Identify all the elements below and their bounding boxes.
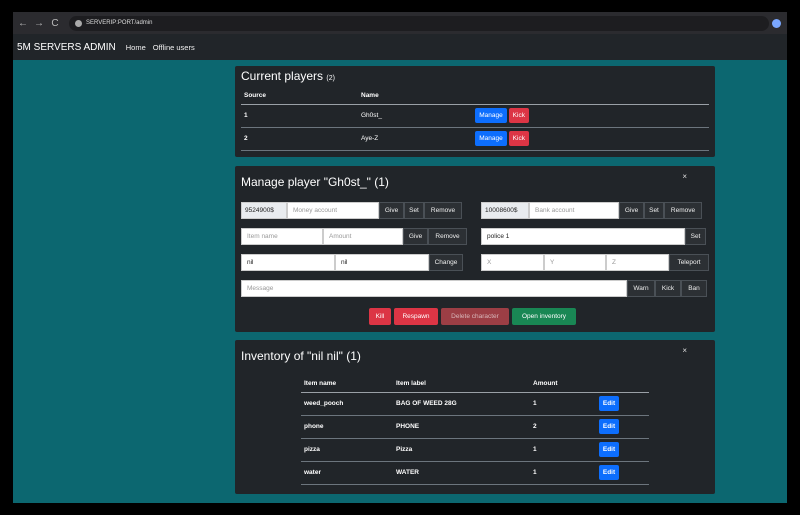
url-text: SERVERIP:PORT/admin: [86, 20, 153, 26]
forward-icon[interactable]: →: [31, 18, 47, 29]
col-source: Source: [244, 91, 267, 99]
teleport-z-input[interactable]: Z: [606, 254, 669, 271]
item-group: Item name Amount Give Remove: [241, 228, 467, 245]
message-group: Message Warn Kick Ban: [241, 280, 707, 297]
item-give-button[interactable]: Give: [403, 228, 428, 245]
item-label: PHONE: [396, 423, 420, 430]
col-item-label: Item label: [396, 379, 426, 387]
app-navbar: 5M SERVERS ADMIN Home Offline users: [13, 34, 787, 60]
item-name: pizza: [304, 446, 320, 453]
teleport-button[interactable]: Teleport: [669, 254, 709, 271]
kick-button[interactable]: Kick: [508, 131, 529, 146]
item-amount: 2: [533, 423, 537, 430]
table-row: 2 Aye-Z Manage Kick: [241, 127, 709, 150]
browser-toolbar: ← → C SERVERIP:PORT/admin: [13, 12, 787, 34]
bank-give-button[interactable]: Give: [619, 202, 644, 219]
manage-title: Manage player "Gh0st_" (1): [241, 175, 389, 189]
item-name: water: [304, 469, 321, 476]
bank-remove-button[interactable]: Remove: [664, 202, 702, 219]
job-input[interactable]: police 1: [481, 228, 685, 245]
action-buttons: Kill Respawn Delete character Open inven…: [369, 308, 576, 325]
item-label: Pizza: [396, 446, 413, 453]
money-input[interactable]: Money account: [287, 202, 379, 219]
nav-home-link[interactable]: Home: [126, 43, 146, 52]
money-value: 9524900$: [241, 202, 287, 219]
nav-offline-users-link[interactable]: Offline users: [153, 43, 195, 52]
ban-button[interactable]: Ban: [681, 280, 707, 297]
players-title-text: Current players: [241, 69, 324, 83]
edit-button[interactable]: Edit: [599, 465, 619, 480]
respawn-button[interactable]: Respawn: [394, 308, 438, 325]
open-inventory-button[interactable]: Open inventory: [512, 308, 576, 325]
players-count: (2): [326, 75, 335, 82]
teleport-y-input[interactable]: Y: [544, 254, 606, 271]
teleport-group: X Y Z Teleport: [481, 254, 709, 271]
close-icon[interactable]: ×: [682, 172, 687, 181]
message-input[interactable]: Message: [241, 280, 627, 297]
item-label: BAG OF WEED 28G: [396, 400, 457, 407]
players-table: Source Name 1 Gh0st_ Manage Kick 2 Aye-Z…: [241, 87, 709, 151]
first-name-input[interactable]: nil: [241, 254, 335, 271]
item-label: WATER: [396, 469, 419, 476]
bank-group: 10008600$ Bank account Give Set Remove: [481, 202, 702, 219]
brand-title[interactable]: 5M SERVERS ADMIN: [17, 42, 116, 53]
item-remove-button[interactable]: Remove: [428, 228, 467, 245]
message-kick-button[interactable]: Kick: [655, 280, 681, 297]
table-row: pizza Pizza 1 Edit: [301, 438, 649, 461]
col-name: Name: [361, 91, 379, 99]
money-remove-button[interactable]: Remove: [424, 202, 462, 219]
edit-button[interactable]: Edit: [599, 442, 619, 457]
col-item-name: Item name: [304, 379, 337, 387]
item-amount: 1: [533, 469, 537, 476]
inventory-title: Inventory of "nil nil" (1): [241, 349, 361, 363]
table-row: 1 Gh0st_ Manage Kick: [241, 104, 709, 127]
bank-input[interactable]: Bank account: [529, 202, 619, 219]
delete-character-button[interactable]: Delete character: [441, 308, 509, 325]
back-icon[interactable]: ←: [15, 18, 31, 29]
player-source: 1: [244, 112, 248, 119]
col-amount: Amount: [533, 379, 558, 387]
close-icon[interactable]: ×: [682, 346, 687, 355]
bank-value: 10008600$: [481, 202, 529, 219]
table-row: weed_pooch BAG OF WEED 28G 1 Edit: [301, 392, 649, 415]
item-name: phone: [304, 423, 324, 430]
money-group: 9524900$ Money account Give Set Remove: [241, 202, 462, 219]
last-name-input[interactable]: nil: [335, 254, 429, 271]
site-info-icon[interactable]: [75, 19, 82, 27]
kick-button[interactable]: Kick: [508, 108, 529, 123]
item-name: weed_pooch: [304, 400, 344, 407]
job-group: police 1 Set: [481, 228, 706, 245]
kill-button[interactable]: Kill: [369, 308, 391, 325]
item-name-input[interactable]: Item name: [241, 228, 323, 245]
player-name: Aye-Z: [361, 135, 379, 142]
current-players-card: Current players (2) Source Name 1 Gh0st_…: [235, 66, 715, 157]
inventory-table: Item name Item label Amount weed_pooch B…: [301, 375, 649, 485]
edit-button[interactable]: Edit: [599, 419, 619, 434]
job-set-button[interactable]: Set: [685, 228, 706, 245]
item-amount-input[interactable]: Amount: [323, 228, 403, 245]
money-give-button[interactable]: Give: [379, 202, 404, 219]
player-name: Gh0st_: [361, 112, 382, 119]
inventory-card: Inventory of "nil nil" (1) × Item name I…: [235, 340, 715, 494]
teleport-x-input[interactable]: X: [481, 254, 544, 271]
manage-button[interactable]: Manage: [475, 108, 507, 123]
address-bar[interactable]: SERVERIP:PORT/admin: [69, 15, 769, 31]
edit-button[interactable]: Edit: [599, 396, 619, 411]
item-amount: 1: [533, 400, 537, 407]
reload-icon[interactable]: C: [47, 18, 63, 29]
bank-set-button[interactable]: Set: [644, 202, 664, 219]
app-window: ← → C SERVERIP:PORT/admin 5M SERVERS ADM…: [13, 12, 787, 503]
manage-player-card: Manage player "Gh0st_" (1) × 9524900$ Mo…: [235, 166, 715, 332]
manage-button[interactable]: Manage: [475, 131, 507, 146]
players-title: Current players (2): [241, 69, 335, 83]
player-source: 2: [244, 135, 248, 142]
money-set-button[interactable]: Set: [404, 202, 424, 219]
change-name-button[interactable]: Change: [429, 254, 463, 271]
extension-icon[interactable]: [772, 18, 781, 28]
character-name-group: nil nil Change: [241, 254, 463, 271]
table-row: phone PHONE 2 Edit: [301, 415, 649, 438]
warn-button[interactable]: Warn: [627, 280, 655, 297]
item-amount: 1: [533, 446, 537, 453]
table-row: water WATER 1 Edit: [301, 461, 649, 484]
